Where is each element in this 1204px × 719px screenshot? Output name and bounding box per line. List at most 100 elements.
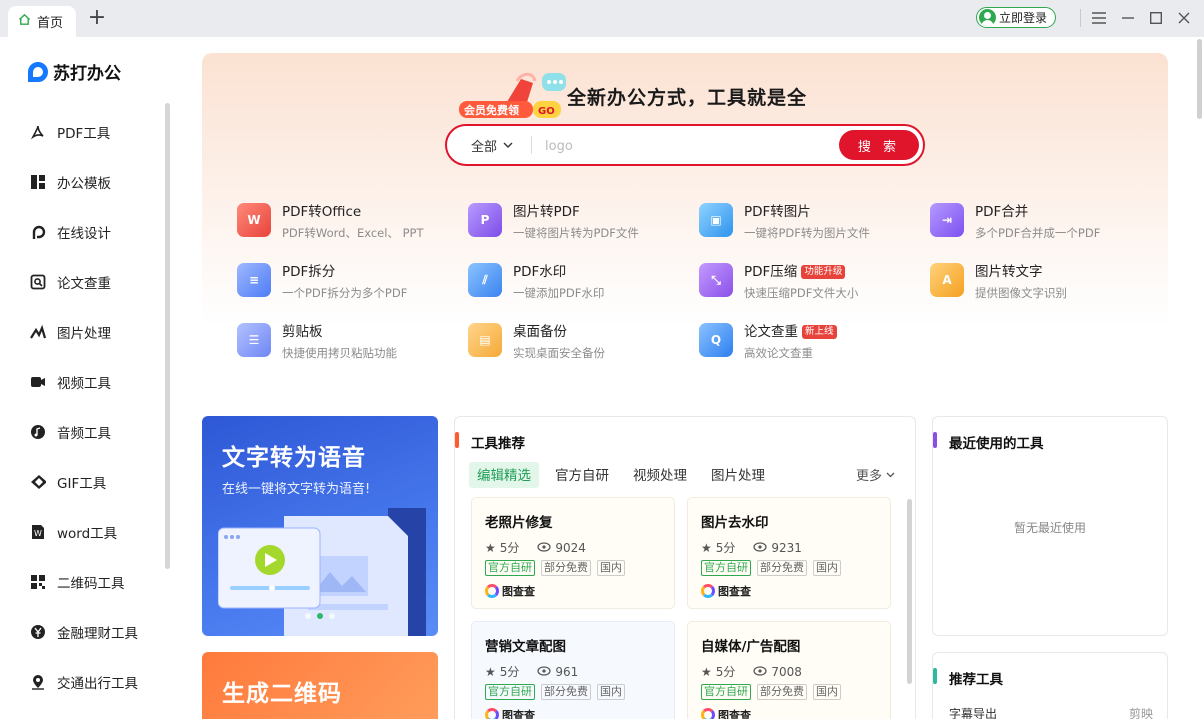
pdf-watermark-icon: ⫽ [468,263,502,297]
recommend-cards: 老照片修复 ★ 5分 9024 官方自研 部分免费 国内 图查查 图片去水印 ★ 5… [471,497,891,719]
sidebar-item-design[interactable]: 在线设计 [0,207,162,257]
sidebar-item-paper-check[interactable]: 论文查重 [0,257,162,307]
more-label: 更多 [855,469,882,484]
search-scope-dropdown[interactable]: 全部 [471,136,513,155]
panel-title: 推荐工具 [949,672,1003,688]
card-title: 营销文章配图 [485,639,566,655]
member-gift-icon[interactable]: 会员免费领 GO [459,71,569,127]
sidebar-item-label: 办公模板 [57,176,111,192]
tool-card[interactable]: 营销文章配图 ★ 5分 961 官方自研 部分免费 国内 图查查 [471,621,675,719]
tool-card[interactable]: 自媒体/广告配图 ★ 5分 7008 官方自研 部分免费 国内 图查查 [687,621,891,719]
badge-free: 部分免费 [757,560,807,576]
text-to-speech-illustration [218,508,426,636]
recommended-tools-panel: 推荐工具 字幕导出 剪映 [932,652,1168,719]
search-scope-label: 全部 [471,140,498,155]
chevron-down-icon [503,138,513,153]
star-icon: ★ [701,540,712,555]
tool-name: PDF拆分 [282,264,336,280]
pdf-compress-icon: ⤡ [699,263,733,297]
tool-card[interactable]: 老照片修复 ★ 5分 9024 官方自研 部分免费 国内 图查查 [471,497,675,609]
sidebar-item-label: 视频工具 [57,376,111,392]
panel-scrollbar[interactable] [907,499,912,684]
card-title: 老照片修复 [485,515,553,531]
tool-clipboard[interactable]: ☰ 剪贴板 快捷使用拷贝粘贴功能 [237,323,468,383]
tool-desc: 一键将PDF转为图片文件 [744,226,870,240]
close-icon[interactable] [1174,8,1194,28]
panel-title: 最近使用的工具 [949,436,1044,452]
search-input[interactable] [545,135,835,157]
tool-image-to-text[interactable]: A 图片转文字 提供图像文字识别 [930,263,1161,323]
tool-pdf-watermark[interactable]: ⫽ PDF水印 一键添加PDF水印 [468,263,699,323]
tool-desktop-backup[interactable]: ▤ 桌面备份 实现桌面安全备份 [468,323,699,383]
tool-name: 论文查重 新上线 [744,323,837,341]
sidebar-nav: PDF工具 办公模板 在线设计 论文查重 图片处理 视频工具 音频工具 GIF工… [0,107,162,707]
accent-bar [933,432,937,448]
sidebar-item-label: 金融理财工具 [57,626,138,642]
tool-desc: 一键添加PDF水印 [513,286,605,300]
image-to-text-icon: A [930,263,964,297]
tool-image-to-pdf[interactable]: P 图片转PDF 一键将图片转为PDF文件 [468,203,699,263]
sidebar-item-gif[interactable]: GIF工具 [0,457,162,507]
card-rating: 5分 [715,665,736,679]
login-button[interactable]: 立即登录 [976,7,1056,28]
tool-pdf-split[interactable]: ≡ PDF拆分 一个PDF拆分为多个PDF [237,263,468,323]
sidebar-item-video[interactable]: 视频工具 [0,357,162,407]
hero-section: 会员免费领 GO 全新办公方式，工具就是全 全部 搜 索 W PDF转Offic… [202,53,1168,403]
sidebar-item-templates[interactable]: 办公模板 [0,157,162,207]
tool-desc: 快速压缩PDF文件大小 [744,286,859,300]
qrcode-banner[interactable]: 生成二维码 [202,652,438,719]
card-views: 9024 [555,540,586,555]
list-item[interactable]: 字幕导出 剪映 [949,705,1153,719]
tool-card[interactable]: 图片去水印 ★ 5分 9231 官方自研 部分免费 国内 图查查 [687,497,891,609]
login-label: 立即登录 [999,11,1048,25]
main-scrollbar[interactable] [1197,39,1202,119]
sidebar-item-pdf[interactable]: PDF工具 [0,107,162,157]
banner-title: 生成二维码 [222,681,342,707]
sidebar-item-audio[interactable]: 音频工具 [0,407,162,457]
brand-logo[interactable]: 苏打办公 [28,59,121,84]
banner-subtitle: 在线一键将文字转为语音! [222,482,371,497]
badge-region: 国内 [597,684,625,700]
title-bar: 首页 + 立即登录 [0,0,1204,37]
card-title: 自媒体/广告配图 [701,639,801,655]
tab-editor-picks[interactable]: 编辑精选 [469,462,539,488]
card-rating: 5分 [715,541,736,555]
tool-name: 剪贴板 [282,324,323,340]
add-tab-button[interactable]: + [86,7,108,30]
image-icon [30,324,46,340]
sidebar-item-word[interactable]: W word工具 [0,507,162,557]
tab-home[interactable]: 首页 [8,6,76,37]
card-badges: 官方自研 部分免费 国内 [701,684,878,700]
tool-pdf-to-image[interactable]: ▣ PDF转图片 一键将PDF转为图片文件 [699,203,930,263]
sidebar-item-transport[interactable]: 交通出行工具 [0,657,162,707]
card-stats: ★ 5分 961 [485,663,662,680]
search-button[interactable]: 搜 索 [839,130,919,160]
sidebar-item-finance[interactable]: 金融理财工具 [0,607,162,657]
sidebar-item-qrcode[interactable]: 二维码工具 [0,557,162,607]
tool-pdf-to-office[interactable]: W PDF转Office PDF转Word、Excel、 PPT [237,203,468,263]
more-button[interactable]: 更多 [856,465,895,484]
divider [531,136,532,154]
logo-icon [28,61,48,82]
recommend-tabs: 编辑精选 官方自研 视频处理 图片处理 [469,462,773,488]
sidebar-scrollbar[interactable] [165,103,170,569]
tab-image[interactable]: 图片处理 [703,462,773,488]
menu-icon[interactable] [1089,8,1109,28]
card-badges: 官方自研 部分免费 国内 [485,560,662,576]
tab-official[interactable]: 官方自研 [547,462,617,488]
accent-bar [455,432,459,448]
tool-paper-check[interactable]: Q 论文查重 新上线 高效论文查重 [699,323,930,383]
minimize-icon[interactable] [1118,8,1138,28]
tool-desc: 多个PDF合并成一个PDF [975,226,1101,240]
tool-pdf-compress[interactable]: ⤡ PDF压缩 功能升级 快速压缩PDF文件大小 [699,263,930,323]
card-views: 9231 [771,540,802,555]
pdf-split-icon: ≡ [237,263,271,297]
tool-pdf-merge[interactable]: ⇥ PDF合并 多个PDF合并成一个PDF [930,203,1161,263]
design-icon [30,224,46,240]
text-to-speech-banner[interactable]: 文字转为语音 在线一键将文字转为语音! [202,416,438,636]
card-views: 7008 [771,664,802,679]
tab-video[interactable]: 视频处理 [625,462,695,488]
empty-state: 暂无最近使用 [1013,521,1086,535]
sidebar-item-image[interactable]: 图片处理 [0,307,162,357]
maximize-icon[interactable] [1146,8,1166,28]
